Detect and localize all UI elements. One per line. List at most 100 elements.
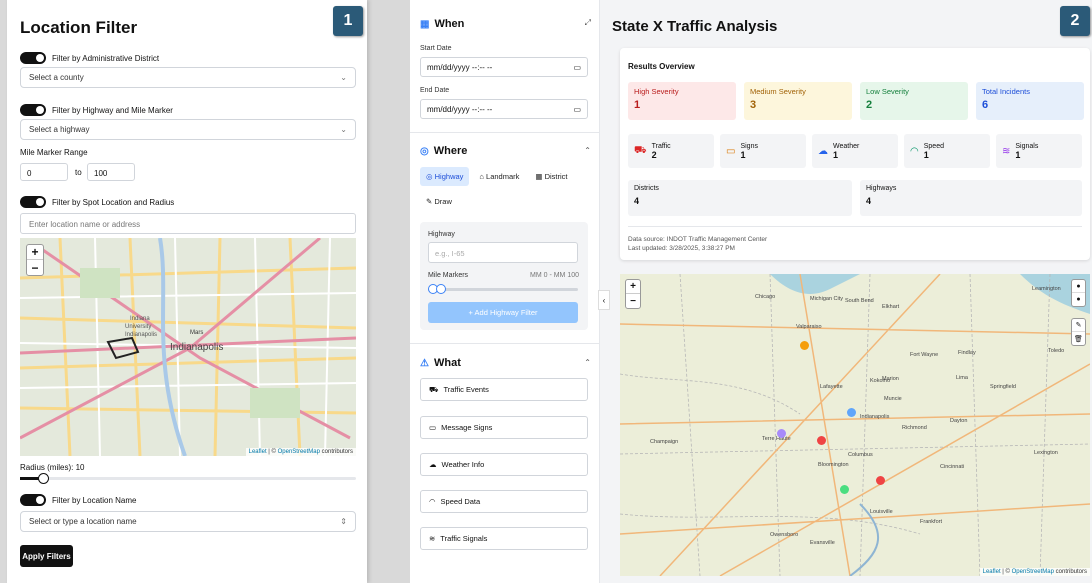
highway-label: Highway xyxy=(428,231,455,238)
calendar-icon[interactable]: ▭ xyxy=(573,63,581,72)
city-label: Bloomington xyxy=(818,462,849,468)
mile-marker-slider[interactable] xyxy=(428,284,578,294)
results-overview-card: Results Overview High Severity 1 Medium Se… xyxy=(620,48,1090,260)
tab-highway[interactable]: ◎ Highway xyxy=(420,167,470,186)
weather-info-button[interactable]: ☁ Weather Info xyxy=(420,453,588,476)
apply-filters-button[interactable]: Apply Filters xyxy=(20,545,73,567)
when-title: When xyxy=(434,18,465,30)
add-highway-filter-button[interactable]: + Add Highway Filter xyxy=(428,302,578,323)
collapse-sidebar-button[interactable]: ‹ xyxy=(598,290,610,310)
highway-toggle-row[interactable]: Filter by Highway and Mile Marker xyxy=(20,104,173,116)
tab-district-label: District xyxy=(544,172,568,181)
incident-marker[interactable] xyxy=(817,436,826,445)
location-name-select[interactable]: Select or type a location name ⇕ xyxy=(20,511,356,532)
highway-toggle[interactable] xyxy=(20,104,46,116)
message-icon: ▭ xyxy=(429,423,437,432)
where-header[interactable]: ◎ Where xyxy=(420,145,467,157)
message-signs-label: Message Signs xyxy=(441,423,493,432)
tab-landmark[interactable]: ⌂ Landmark xyxy=(473,167,525,186)
svg-text:Indianapolis: Indianapolis xyxy=(170,342,223,353)
spot-toggle-label: Filter by Spot Location and Radius xyxy=(52,197,175,207)
county-select[interactable]: Select a county ⌄ xyxy=(20,67,356,88)
where-tabs-row2: ✎ Draw xyxy=(420,192,458,211)
city-label: Valparaiso xyxy=(796,324,822,330)
end-date-input[interactable]: mm/dd/yyyy --:-- -- ▭ xyxy=(420,99,588,119)
tab-draw[interactable]: ✎ Draw xyxy=(420,192,458,211)
calendar-icon[interactable]: ▭ xyxy=(573,105,581,114)
radius-slider-thumb[interactable] xyxy=(38,473,49,484)
city-label: Marion xyxy=(882,376,899,382)
name-toggle[interactable] xyxy=(20,494,46,506)
mile-markers-range: MM 0 - MM 100 xyxy=(530,272,580,279)
location-name-select-value: Select or type a location name xyxy=(29,517,137,526)
leaflet-link[interactable]: Leaflet xyxy=(249,449,267,455)
district-toggle-row[interactable]: Filter by Administrative District xyxy=(20,52,159,64)
city-label: Toledo xyxy=(1048,348,1065,354)
message-icon: ▭ xyxy=(726,145,736,157)
incident-marker[interactable] xyxy=(800,341,809,350)
svg-text:Mars: Mars xyxy=(190,330,203,336)
traffic-signals-button[interactable]: ≋ Traffic Signals xyxy=(420,527,588,550)
incident-marker[interactable] xyxy=(777,429,786,438)
zoom-in-button[interactable]: + xyxy=(27,245,43,260)
osm-link[interactable]: OpenStreetMap xyxy=(278,449,320,455)
severity-card: High Severity 1 xyxy=(628,82,736,120)
highway-select[interactable]: Select a highway ⌄ xyxy=(20,119,356,140)
spot-toggle[interactable] xyxy=(20,196,46,208)
svg-text:University: University xyxy=(125,324,151,330)
location-input[interactable]: Enter location name or address xyxy=(20,213,356,234)
sort-icon: ⇕ xyxy=(340,517,347,526)
what-header[interactable]: ⚠ What xyxy=(420,357,461,369)
panel-badge: 2 xyxy=(1060,6,1090,36)
cloud-icon: ☁ xyxy=(429,460,437,469)
incident-marker[interactable] xyxy=(876,476,885,485)
incident-marker[interactable] xyxy=(840,485,849,494)
traffic-analysis-panel: ▦ When ⤢ Start Date mm/dd/yyyy --:-- -- … xyxy=(410,0,1092,583)
highways-value: 4 xyxy=(866,196,872,206)
wifi-icon: ≋ xyxy=(429,534,436,543)
severity-value: 3 xyxy=(750,99,757,111)
map-attribution: Leaflet | © OpenStreetMap contributors xyxy=(245,448,356,456)
city-label: Dayton xyxy=(950,418,968,424)
circle-tool-icon[interactable]: ● xyxy=(1072,293,1085,306)
gauge-icon: ◠ xyxy=(910,145,919,157)
trash-icon[interactable]: 🗑 xyxy=(1072,332,1085,345)
incident-marker[interactable] xyxy=(847,408,856,417)
zoom-out-button[interactable]: − xyxy=(27,260,43,275)
leaflet-link[interactable]: Leaflet xyxy=(983,569,1001,575)
osm-link[interactable]: OpenStreetMap xyxy=(1012,569,1054,575)
speed-data-button[interactable]: ◠ Speed Data xyxy=(420,490,588,513)
spot-map[interactable]: Indianapolis Indiana University Indianap… xyxy=(20,238,356,456)
mile-to-input[interactable]: 100 xyxy=(87,163,135,181)
attribution-separator: | © xyxy=(1000,569,1012,575)
edit-icon[interactable]: ✎ xyxy=(1072,319,1085,332)
city-label: Springfield xyxy=(990,384,1016,390)
start-date-input[interactable]: mm/dd/yyyy --:-- -- ▭ xyxy=(420,57,588,77)
spot-toggle-row[interactable]: Filter by Spot Location and Radius xyxy=(20,196,174,208)
location-filter-panel: Location Filter 1 Filter by Administrati… xyxy=(7,0,367,583)
city-label: Louisville xyxy=(870,509,893,515)
radius-slider[interactable] xyxy=(20,473,356,484)
district-toggle[interactable] xyxy=(20,52,46,64)
name-toggle-row[interactable]: Filter by Location Name xyxy=(20,494,136,506)
mile-slider-thumb-max[interactable] xyxy=(436,284,446,294)
message-signs-button[interactable]: ▭ Message Signs xyxy=(420,416,588,439)
category-label: Weather xyxy=(833,142,860,150)
zoom-out-button[interactable]: − xyxy=(626,294,640,308)
expand-icon[interactable]: ⤢ xyxy=(585,18,591,28)
zoom-in-button[interactable]: + xyxy=(626,280,640,294)
chevron-up-icon[interactable]: ⌃ xyxy=(584,358,591,367)
highway-input[interactable]: e.g., I-65 xyxy=(428,242,578,263)
marker-tool-icon[interactable]: ● xyxy=(1072,280,1085,293)
tab-district[interactable]: ▦ District xyxy=(529,167,573,186)
speed-data-label: Speed Data xyxy=(440,497,481,506)
draw-toolbar: ● ● xyxy=(1071,279,1086,307)
wifi-icon: ≋ xyxy=(1002,145,1011,157)
map-pin-icon: ◎ xyxy=(420,145,429,157)
mile-from-input[interactable]: 0 xyxy=(20,163,68,181)
incident-map[interactable]: Chicago Michigan City South Bend Elkhart Val… xyxy=(620,274,1090,576)
chevron-up-icon[interactable]: ⌃ xyxy=(584,146,591,155)
panel-badge: 1 xyxy=(333,6,363,36)
traffic-events-button[interactable]: ⛟ Traffic Events xyxy=(420,378,588,401)
category-value: 1 xyxy=(923,149,929,160)
